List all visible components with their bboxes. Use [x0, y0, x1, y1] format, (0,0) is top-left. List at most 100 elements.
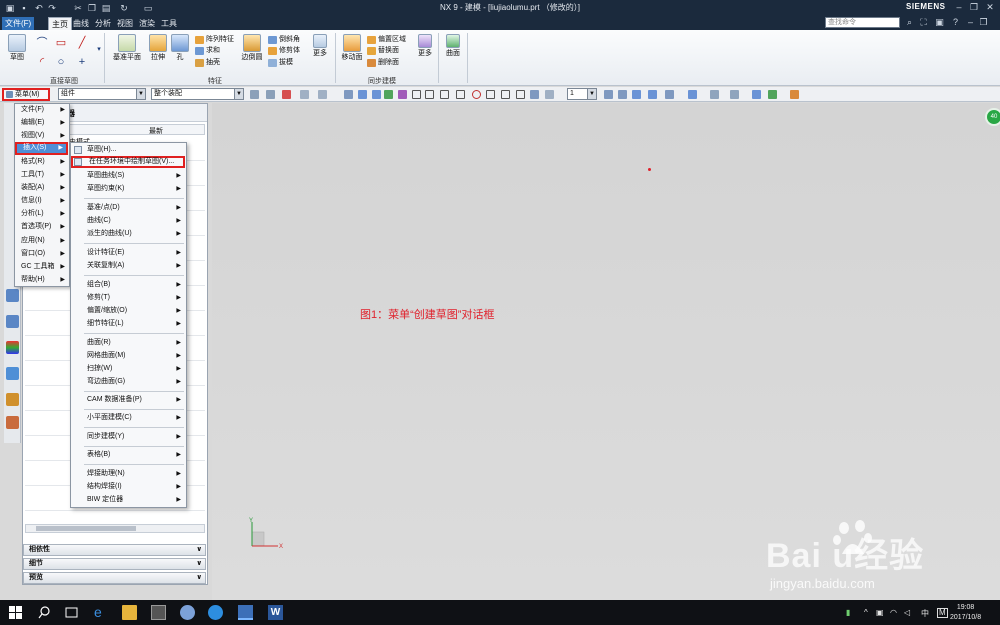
- submenu-item-sketch-in-task[interactable]: 在任务环境中绘制草图(V)...: [71, 156, 185, 168]
- tab-analysis[interactable]: 分析: [92, 17, 114, 30]
- menu-item-insert[interactable]: 插入(S) ▶: [15, 142, 68, 155]
- window-icon[interactable]: ▭: [142, 2, 154, 14]
- view-triad-icon[interactable]: [688, 90, 697, 99]
- restore-icon[interactable]: ❐: [967, 1, 981, 14]
- copy-icon[interactable]: ❐: [86, 2, 98, 14]
- app-icon[interactable]: [180, 605, 195, 620]
- snap-view-icon[interactable]: [710, 90, 719, 99]
- submenu-item-curve[interactable]: 曲线(C) ▶: [71, 215, 185, 227]
- profile-icon[interactable]: ⌒: [36, 37, 48, 49]
- point-on-curve-icon[interactable]: [516, 90, 525, 99]
- unite-button[interactable]: 求和: [195, 46, 220, 55]
- render-style-icon[interactable]: [665, 90, 674, 99]
- grid-snap-icon[interactable]: [398, 90, 407, 99]
- fit-icon[interactable]: ⛶: [918, 17, 929, 28]
- replace-face-button[interactable]: 替换面: [367, 46, 399, 55]
- panel-preview[interactable]: 预览 ∨: [23, 572, 206, 584]
- sketch-button[interactable]: 草图: [5, 34, 29, 62]
- menu-item-gc-toolkit[interactable]: GC 工具箱 ▶: [15, 261, 68, 273]
- menu-item-edit[interactable]: 编辑(E) ▶: [15, 117, 68, 129]
- cut-icon[interactable]: ✂: [72, 2, 84, 14]
- orient-view-icon[interactable]: [648, 90, 657, 99]
- edge-blend-button[interactable]: 边倒圆: [238, 34, 266, 62]
- word-icon[interactable]: W: [268, 605, 283, 620]
- volume-icon[interactable]: ◁: [904, 608, 910, 617]
- network-icon[interactable]: ▣: [876, 608, 884, 617]
- deselect-icon[interactable]: [318, 90, 327, 99]
- point-on-face-icon[interactable]: [530, 90, 539, 99]
- tab-file[interactable]: 文件(F): [2, 17, 35, 30]
- snap-point-icon[interactable]: [384, 90, 393, 99]
- extrude-button[interactable]: 拉伸: [146, 34, 170, 62]
- tab-curve[interactable]: 曲线: [70, 17, 92, 30]
- menu-item-file[interactable]: 文件(F) ▶: [15, 104, 68, 116]
- control-point-icon[interactable]: [440, 90, 449, 99]
- system-clock[interactable]: 19:08 2017/10/8: [950, 603, 981, 623]
- select-all-icon[interactable]: [266, 90, 275, 99]
- tab-view[interactable]: 视图: [114, 17, 136, 30]
- wcs-icon[interactable]: [632, 90, 641, 99]
- submenu-item-sketch[interactable]: 草图(H)...: [71, 144, 185, 156]
- face-select-icon[interactable]: [372, 90, 381, 99]
- window-switch-icon[interactable]: ▣: [934, 17, 945, 28]
- calculator-icon[interactable]: [151, 605, 166, 620]
- menu-item-assembly[interactable]: 装配(A) ▶: [15, 182, 68, 194]
- shell-button[interactable]: 抽壳: [195, 58, 220, 67]
- show-hide-icon[interactable]: [730, 90, 739, 99]
- windows-start-icon[interactable]: [8, 605, 23, 620]
- app-icon[interactable]: ▣: [4, 2, 16, 14]
- arc-center-icon[interactable]: [472, 90, 481, 99]
- panel-details[interactable]: 细节 ∨: [23, 558, 206, 570]
- move-face-button[interactable]: 移动面: [340, 34, 364, 62]
- close-icon[interactable]: ✕: [983, 1, 997, 14]
- submenu-item-derived-curve[interactable]: 派生的曲线(U) ▶: [71, 228, 185, 240]
- task-view-icon[interactable]: [64, 605, 79, 620]
- submenu-item-sketch-curve[interactable]: 草图曲线(S) ▶: [71, 170, 185, 182]
- submenu-item-sweep[interactable]: 扫掠(W) ▶: [71, 363, 185, 375]
- measure-icon[interactable]: [790, 90, 799, 99]
- submenu-item-trim[interactable]: 修剪(T) ▶: [71, 292, 185, 304]
- roles-icon[interactable]: [6, 393, 19, 406]
- scrollbar-thumb[interactable]: [36, 526, 136, 531]
- menu-item-preferences[interactable]: 首选项(P) ▶: [15, 221, 68, 233]
- tab-tools[interactable]: 工具: [158, 17, 180, 30]
- submenu-item-offset-scale[interactable]: 偏置/缩放(O) ▶: [71, 305, 185, 317]
- submenu-item-detail-feature[interactable]: 细节特征(L) ▶: [71, 318, 185, 330]
- submenu-item-combine[interactable]: 组合(B) ▶: [71, 279, 185, 291]
- menu-item-info[interactable]: 信息(I) ▶: [15, 195, 68, 207]
- web-browser-icon[interactable]: [6, 416, 19, 429]
- save-icon[interactable]: ▪: [18, 2, 30, 14]
- ime-mode-indicator[interactable]: M: [937, 608, 948, 618]
- submenu-item-mesh-surface[interactable]: 网格曲面(M) ▶: [71, 350, 185, 362]
- reuse-library-icon[interactable]: [6, 367, 19, 380]
- offset-region-button[interactable]: 偏置区域: [367, 35, 406, 44]
- submenu-item-biw-locator[interactable]: BIW 定位器 ▶: [71, 494, 185, 506]
- wifi-icon[interactable]: ◠: [890, 608, 897, 617]
- tab-home[interactable]: 主页: [48, 17, 72, 30]
- circle-icon[interactable]: ○: [55, 56, 67, 68]
- chevron-up-icon[interactable]: ^: [864, 608, 868, 617]
- search-icon[interactable]: [38, 605, 53, 620]
- body-select-icon[interactable]: [358, 90, 367, 99]
- filter-icon[interactable]: [250, 90, 259, 99]
- arc-icon[interactable]: ◜: [36, 56, 48, 68]
- layer-settings-icon[interactable]: [604, 90, 613, 99]
- pattern-feature-button[interactable]: 阵列特征: [195, 35, 234, 44]
- nx-app-icon[interactable]: [238, 605, 253, 620]
- menu-item-analysis[interactable]: 分析(L) ▶: [15, 208, 68, 220]
- ime-indicator[interactable]: 中: [921, 608, 929, 619]
- chamfer-button[interactable]: 倒斜角: [268, 35, 300, 44]
- submenu-item-structure-weld[interactable]: 结构焊接(I) ▶: [71, 481, 185, 493]
- lasso-icon[interactable]: [300, 90, 309, 99]
- media-icon[interactable]: [208, 605, 223, 620]
- submenu-item-surface[interactable]: 曲面(R) ▶: [71, 337, 185, 349]
- edge-browser-icon[interactable]: e: [94, 605, 109, 620]
- endpoint-icon[interactable]: [412, 90, 421, 99]
- redo-icon[interactable]: ↷: [46, 2, 58, 14]
- menu-item-view[interactable]: 视图(V) ▶: [15, 130, 68, 142]
- file-explorer-icon[interactable]: [122, 605, 137, 620]
- menu-item-window[interactable]: 窗口(O) ▶: [15, 248, 68, 260]
- status-badge[interactable]: 40: [985, 108, 1000, 126]
- rectangle-icon[interactable]: ▭: [55, 37, 67, 49]
- more-sync-button[interactable]: 更多: [414, 34, 436, 58]
